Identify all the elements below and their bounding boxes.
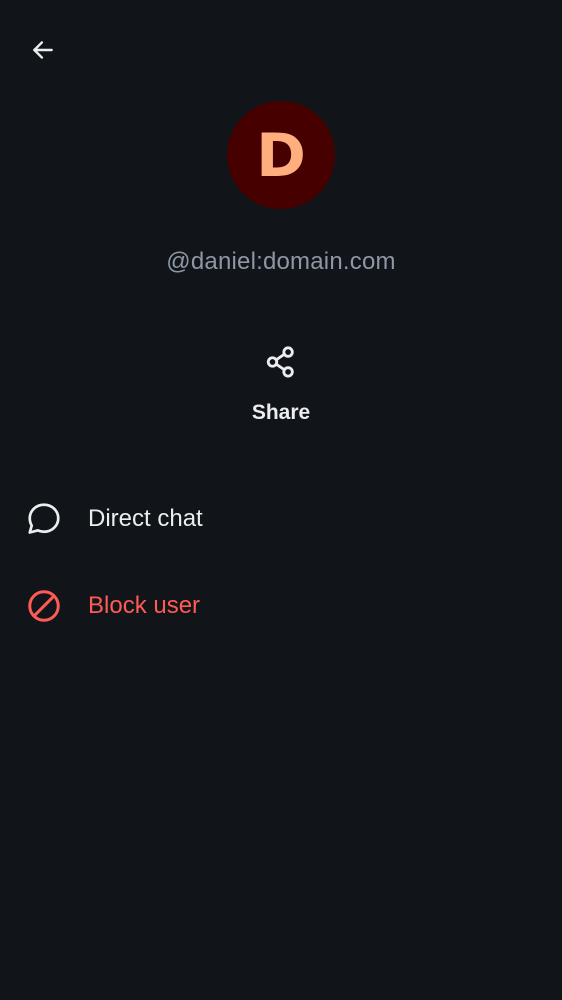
share-icon [261,342,301,382]
menu-item-direct-chat[interactable]: Direct chat [0,483,562,555]
menu-item-label: Direct chat [88,505,203,532]
back-button[interactable] [22,29,64,71]
menu-item-block-user[interactable]: Block user [0,570,562,642]
share-label: Share [251,401,311,424]
menu-item-label: Block user [88,592,201,619]
avatar-initial: D [256,121,306,191]
share-button[interactable]: Share [231,336,331,440]
chat-bubble-icon [24,499,64,539]
avatar[interactable]: D [227,101,335,209]
block-icon [24,586,64,626]
arrow-left-icon [33,41,53,59]
user-id: @daniel:domain.com [166,248,396,275]
